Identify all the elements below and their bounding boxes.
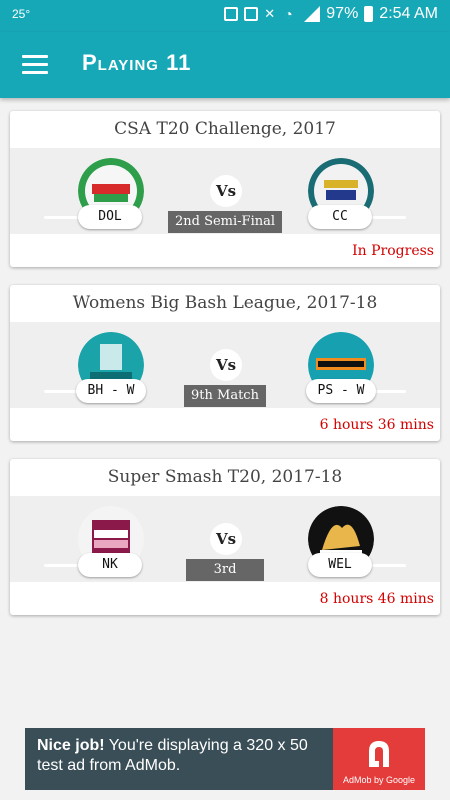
divider-line: [44, 564, 78, 567]
league-title: CSA T20 Challenge, 2017: [114, 119, 336, 139]
match-band: BH - W Vs 9th Match PS - W: [10, 322, 440, 408]
match-status: In Progress: [352, 243, 434, 259]
match-stage: 9th Match: [184, 385, 266, 407]
team-a-name: NK: [78, 553, 142, 577]
ad-lead: Nice job!: [37, 737, 105, 754]
wifi-icon: ◔: [284, 6, 293, 22]
vs-badge: Vs: [210, 175, 242, 207]
divider-line: [372, 216, 406, 219]
match-stage: 3rd Match: [186, 559, 264, 599]
temperature-label: 25°: [12, 7, 31, 21]
vs-badge: Vs: [210, 523, 242, 555]
admob-logo-icon: [369, 741, 389, 767]
menu-icon[interactable]: [22, 55, 48, 75]
ad-text: Nice job! You're displaying a 320 x 50 t…: [37, 736, 337, 776]
page-title: Playing 11: [82, 50, 192, 75]
battery-icon: [364, 6, 374, 22]
signal-icon: [304, 6, 321, 22]
match-band: NK Vs 3rd Match WEL: [10, 496, 440, 599]
team-a-name: BH - W: [76, 379, 146, 403]
match-card[interactable]: CSA T20 Challenge, 2017 DOL Vs 2nd Semi-…: [10, 111, 440, 267]
team-a-name: DOL: [78, 205, 142, 229]
match-card[interactable]: Womens Big Bash League, 2017-18 BH - W V…: [10, 285, 440, 441]
mute-icon: ✕: [264, 6, 276, 21]
divider-line: [44, 390, 78, 393]
divider-line: [372, 564, 406, 567]
team-b-name: PS - W: [306, 379, 376, 403]
vs-badge: Vs: [210, 349, 242, 381]
battery-percent: 97%: [326, 5, 359, 22]
team-b-name: WEL: [308, 553, 372, 577]
match-band: DOL Vs 2nd Semi-Final CC: [10, 148, 440, 234]
divider-line: [372, 390, 406, 393]
clock: 2:54 AM: [379, 5, 438, 22]
notification-icon: [244, 7, 259, 21]
match-status: 6 hours 36 mins: [319, 417, 434, 433]
app-bar: Playing 11: [0, 32, 450, 98]
match-status: 8 hours 46 mins: [319, 591, 434, 607]
divider-line: [44, 216, 78, 219]
league-title: Super Smash T20, 2017-18: [107, 467, 343, 487]
nfc-icon: [224, 7, 239, 21]
match-stage: 2nd Semi-Final: [168, 211, 282, 233]
admob-badge[interactable]: AdMob by Google: [333, 728, 425, 790]
league-title: Womens Big Bash League, 2017-18: [72, 293, 378, 313]
status-bar: 25° ✕ ◔ 97% 2:54 AM: [0, 0, 450, 32]
match-card[interactable]: Super Smash T20, 2017-18 NK Vs 3rd Match…: [10, 459, 440, 615]
team-b-name: CC: [308, 205, 372, 229]
status-icons: ✕ ◔ 97% 2:54 AM: [224, 5, 438, 23]
admob-by-google: AdMob by Google: [342, 775, 416, 785]
ad-banner[interactable]: Nice job! You're displaying a 320 x 50 t…: [25, 728, 425, 790]
